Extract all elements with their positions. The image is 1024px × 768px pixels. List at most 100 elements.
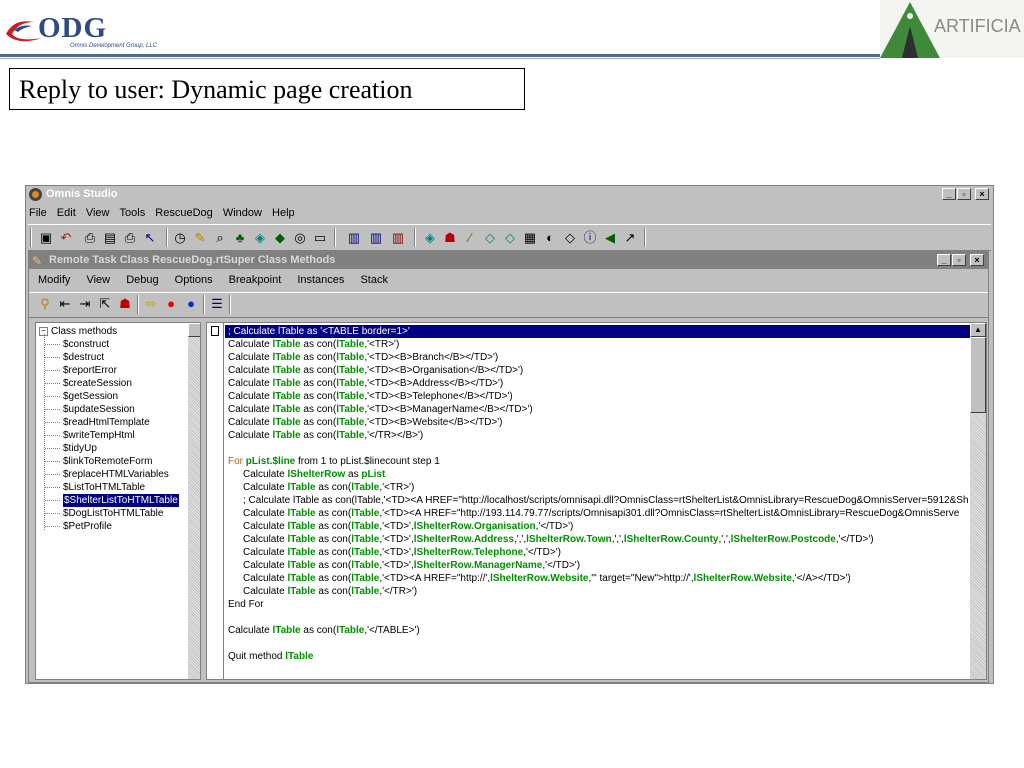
network-icon[interactable]: ☗ (442, 230, 458, 246)
menu-breakpoint[interactable]: Breakpoint (220, 272, 286, 286)
menu-rescuedog[interactable]: RescueDog (152, 205, 216, 219)
code-line[interactable]: Calculate lTable as con(lTable,'<TD><B>M… (228, 403, 533, 416)
browser-icon[interactable]: ▥ (390, 230, 406, 246)
menu-help[interactable]: Help (269, 205, 299, 219)
go-arrow-icon[interactable]: ⇨ (143, 296, 159, 312)
code-line[interactable]: End For (228, 598, 264, 611)
book-icon[interactable]: ▤ (102, 230, 118, 246)
tool-icon[interactable]: ◇ (482, 230, 498, 246)
compass-icon[interactable]: ◐ (542, 230, 558, 246)
code-line[interactable]: Calculate lTable as con(lTable,'<TD>',lS… (243, 559, 580, 572)
menu-debug[interactable]: Debug (117, 272, 162, 286)
tree-item[interactable]: $createSession (63, 377, 132, 390)
maximize-button[interactable]: ▫ (957, 188, 971, 200)
print-icon[interactable]: ⎙ (122, 230, 138, 246)
step-out-icon[interactable]: ⇱ (97, 296, 113, 312)
code-line[interactable]: Calculate lTable as con(lTable,'<TD><B>W… (228, 416, 503, 429)
info-icon[interactable]: ⓘ (582, 230, 598, 246)
step-in-icon[interactable]: ⇤ (57, 296, 73, 312)
code-line[interactable]: Calculate lTable as con(lTable,'<TD><A H… (243, 572, 851, 585)
tree-item[interactable]: $PetProfile (63, 520, 112, 533)
component-icon[interactable]: ◈ (422, 230, 438, 246)
code-editor[interactable]: ; Calculate lTable as '<TABLE border=1>'… (206, 322, 987, 680)
tree-item[interactable]: $ListToHTMLTable (63, 481, 145, 494)
tree-item[interactable]: $construct (63, 338, 109, 351)
editor-scrollbar[interactable]: ▲ (970, 323, 986, 679)
menu-file[interactable]: File (26, 205, 51, 219)
code-line[interactable]: Calculate lTable as con(lTable,'<TD><B>T… (228, 390, 513, 403)
window-titlebar[interactable]: Omnis Studio _ ▫ × (26, 186, 993, 204)
tree-item[interactable]: $writeTempHtml (63, 429, 135, 442)
clock-icon[interactable]: ◷ (172, 230, 188, 246)
trace-icon[interactable]: ☗ (117, 296, 133, 312)
library-icon[interactable]: ▥ (346, 230, 362, 246)
tool2-icon[interactable]: ◇ (502, 230, 518, 246)
brush-icon[interactable]: ◆ (272, 230, 288, 246)
code-line-comment[interactable]: ; Calculate lTable as con(lTable,'<TD><A… (243, 494, 969, 507)
table-icon[interactable]: ▦ (522, 230, 538, 246)
editor-scroll-thumb[interactable] (970, 337, 986, 413)
menu-modify[interactable]: Modify (29, 272, 74, 286)
tree-item[interactable]: $replaceHTMLVariables (63, 468, 169, 481)
code-line[interactable]: Calculate lTable as con(lTable,'</TR></B… (228, 429, 423, 442)
tree-icon[interactable]: ♣ (232, 230, 248, 246)
close-button[interactable]: × (975, 188, 989, 200)
menu-stack[interactable]: Stack (351, 272, 392, 286)
menu-sub-view[interactable]: View (77, 272, 114, 286)
ruler-icon[interactable]: ▭ (312, 230, 328, 246)
undo-icon[interactable]: ↶ (58, 230, 74, 246)
tree-item[interactable]: $DogListToHTMLTable (63, 507, 163, 520)
tree-item-selected[interactable]: $ShelterListToHTMLTable (63, 494, 179, 507)
code-line[interactable]: Calculate lTable as con(lTable,'</TABLE>… (228, 624, 420, 637)
breakpoint-icon[interactable]: ● (183, 296, 199, 312)
help-pointer-icon[interactable]: ↖ (142, 230, 158, 246)
tree-item[interactable]: $linkToRemoteForm (63, 455, 152, 468)
menu-view[interactable]: View (83, 205, 114, 219)
wand-icon[interactable]: ⁄ (462, 230, 478, 246)
menu-options[interactable]: Options (166, 272, 217, 286)
save-icon[interactable]: ▣ (38, 230, 54, 246)
diamond-icon[interactable]: ◇ (562, 230, 578, 246)
code-line[interactable]: Calculate lTable as con(lTable,'<TR>') (243, 481, 414, 494)
print-preview-icon[interactable]: ⎙ (82, 230, 98, 246)
tree-item[interactable]: $destruct (63, 351, 104, 364)
pencil-icon[interactable]: ✎ (192, 230, 208, 246)
menu-window[interactable]: Window (220, 205, 266, 219)
find-icon[interactable]: ⌕ (212, 230, 228, 246)
code-line[interactable]: Calculate lTable as con(lTable,'</TR>') (243, 585, 417, 598)
stop-icon[interactable]: ● (163, 296, 179, 312)
tree-root[interactable]: − Class methods (39, 325, 117, 338)
tree-item[interactable]: $readHtmlTemplate (63, 416, 150, 429)
code-line-selected[interactable]: ; Calculate lTable as '<TABLE border=1>' (225, 325, 971, 338)
code-line[interactable]: Calculate lTable as con(lTable,'<TD><B>B… (228, 351, 498, 364)
code-line[interactable]: Calculate lTable as con(lTable,'<TD><B>A… (228, 377, 503, 390)
minimize-button[interactable]: _ (942, 188, 956, 200)
code-line[interactable]: Calculate lTable as con(lTable,'<TD><B>O… (228, 364, 523, 377)
code-line[interactable]: Calculate lTable as con(lTable,'<TD>',lS… (243, 533, 874, 546)
step-over-icon[interactable]: ⇥ (77, 296, 93, 312)
editor-scroll-up-button[interactable]: ▲ (970, 323, 986, 337)
run-icon[interactable]: ⚲ (37, 296, 53, 312)
sub-minimize-button[interactable]: _ (937, 254, 951, 266)
tree-item[interactable]: $updateSession (63, 403, 135, 416)
catalog-icon[interactable]: ▥ (368, 230, 384, 246)
menu-edit[interactable]: Edit (54, 205, 80, 219)
code-line[interactable]: Calculate lTable as con(lTable,'<TD><A H… (243, 507, 959, 520)
tree-item[interactable]: $tidyUp (63, 442, 97, 455)
method-editor-titlebar[interactable]: ✎ Remote Task Class RescueDog.rtSuper Cl… (29, 252, 988, 269)
list-icon[interactable]: ☰ (209, 296, 225, 312)
code-line[interactable]: Calculate lTable as con(lTable,'<TR>') (228, 338, 399, 351)
code-line[interactable]: Calculate lTable as con(lTable,'<TD>',lS… (243, 520, 573, 533)
code-line[interactable]: For pList.$line from 1 to pList.$linecou… (228, 455, 440, 468)
code-line[interactable]: Calculate lShelterRow as pList (243, 468, 385, 481)
tree-item[interactable]: $getSession (63, 390, 118, 403)
menu-tools[interactable]: Tools (117, 205, 150, 219)
code-line[interactable]: Calculate lTable as con(lTable,'<TD>',lS… (243, 546, 561, 559)
speaker-icon[interactable]: ◀ (602, 230, 618, 246)
paint-icon[interactable]: ◈ (252, 230, 268, 246)
hammer-icon[interactable]: ↗ (622, 230, 638, 246)
tree-item[interactable]: $reportError (63, 364, 117, 377)
gauge-icon[interactable]: ◎ (292, 230, 308, 246)
sub-maximize-button[interactable]: ▫ (952, 254, 966, 266)
sub-close-button[interactable]: × (970, 254, 984, 266)
